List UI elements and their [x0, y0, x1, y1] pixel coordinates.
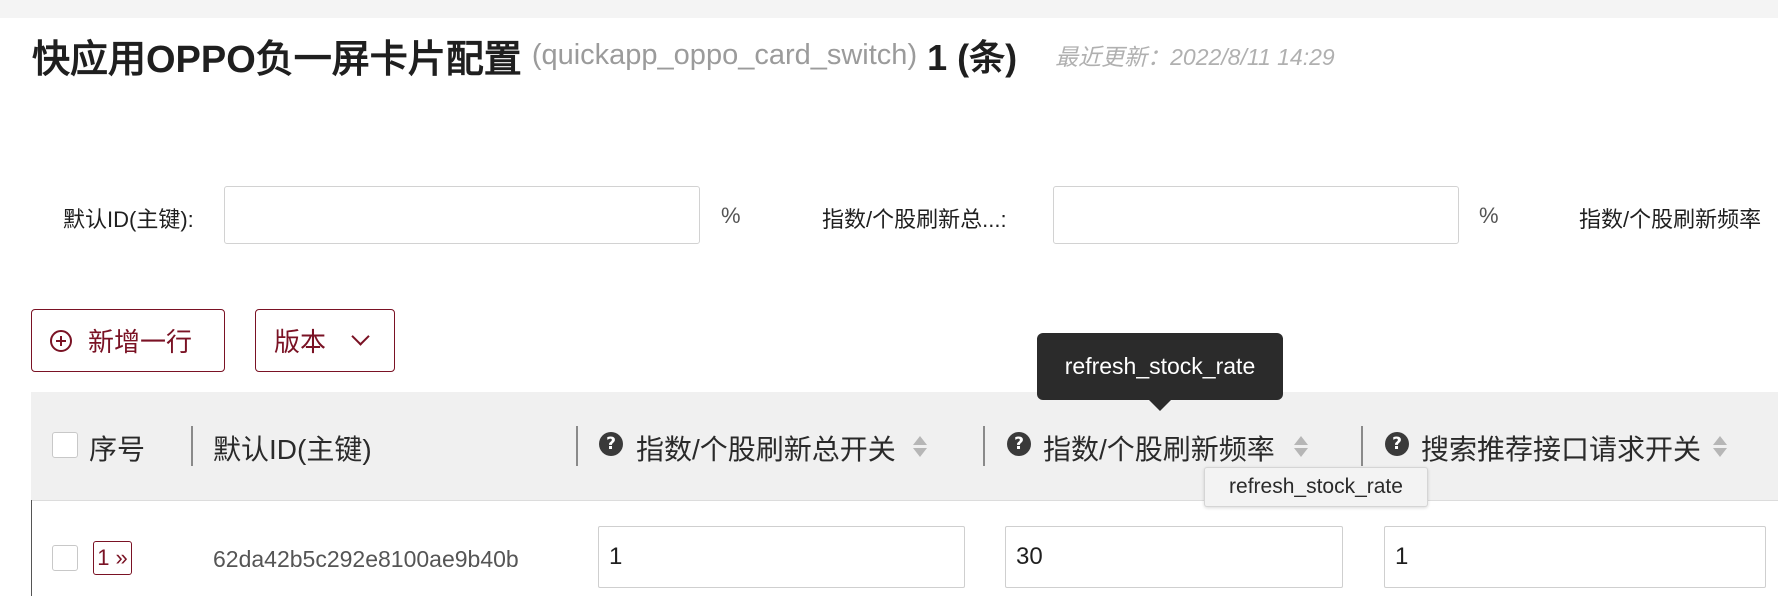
- add-row-button[interactable]: 新增一行: [31, 309, 225, 372]
- native-title-tooltip: refresh_stock_rate: [1204, 467, 1428, 507]
- add-row-label: 新增一行: [88, 327, 193, 357]
- filter-suffix-refresh-switch: %: [1479, 203, 1499, 228]
- filter-input-refresh-switch[interactable]: [1053, 186, 1459, 244]
- cell-input-refresh-switch[interactable]: 1: [598, 526, 965, 588]
- chevron-down-icon: [351, 327, 370, 346]
- question-circle-icon[interactable]: ?: [599, 432, 623, 456]
- cell-input-search-switch[interactable]: 1: [1384, 526, 1766, 588]
- page-title-row: 快应用OPPO负一屏卡片配置 (quickapp_oppo_card_switc…: [32, 30, 1335, 81]
- column-header-index: 序号: [89, 434, 146, 465]
- table-code: (quickapp_oppo_card_switch): [531, 38, 918, 71]
- record-count: 1 (条): [927, 37, 1018, 78]
- column-header-refresh-switch: 指数/个股刷新总开关: [636, 434, 896, 465]
- table-left-border: [31, 500, 32, 596]
- sort-icon[interactable]: [913, 436, 927, 458]
- filter-label-id: 默认ID(主键):: [63, 207, 194, 232]
- column-header-search-switch: 搜索推荐接口请求开关: [1421, 434, 1702, 465]
- sort-icon[interactable]: [1294, 436, 1308, 458]
- page-title: 快应用OPPO负一屏卡片配置: [32, 38, 522, 81]
- column-separator[interactable]: [1361, 426, 1363, 466]
- filter-input-id[interactable]: [224, 186, 700, 244]
- filter-suffix-id: %: [721, 203, 741, 228]
- row-index-expand[interactable]: 1 »: [93, 541, 132, 575]
- filter-label-refresh-rate: 指数/个股刷新频率: [1579, 207, 1762, 232]
- row-checkbox[interactable]: [52, 545, 78, 571]
- version-label: 版本: [274, 327, 327, 357]
- sort-icon[interactable]: [1713, 436, 1727, 458]
- cell-id: 62da42b5c292e8100ae9b40b: [213, 546, 519, 572]
- last-updated: 最近更新：2022/8/11 14:29: [1055, 44, 1335, 70]
- column-separator[interactable]: [191, 426, 193, 466]
- cell-input-refresh-rate[interactable]: 30: [1005, 526, 1343, 588]
- question-circle-icon[interactable]: ?: [1385, 432, 1409, 456]
- column-header-refresh-rate: 指数/个股刷新频率: [1043, 434, 1275, 465]
- column-tooltip: refresh_stock_rate: [1037, 333, 1283, 411]
- select-all-checkbox[interactable]: [52, 432, 78, 458]
- version-dropdown[interactable]: 版本: [255, 309, 395, 372]
- top-bar: [0, 0, 1778, 18]
- circle-plus-icon: [50, 329, 72, 352]
- column-separator[interactable]: [576, 426, 578, 466]
- column-separator[interactable]: [983, 426, 985, 466]
- filter-label-refresh-switch: 指数/个股刷新总...:: [822, 207, 1007, 232]
- column-header-id: 默认ID(主键): [213, 434, 372, 465]
- question-circle-icon[interactable]: ?: [1007, 432, 1031, 456]
